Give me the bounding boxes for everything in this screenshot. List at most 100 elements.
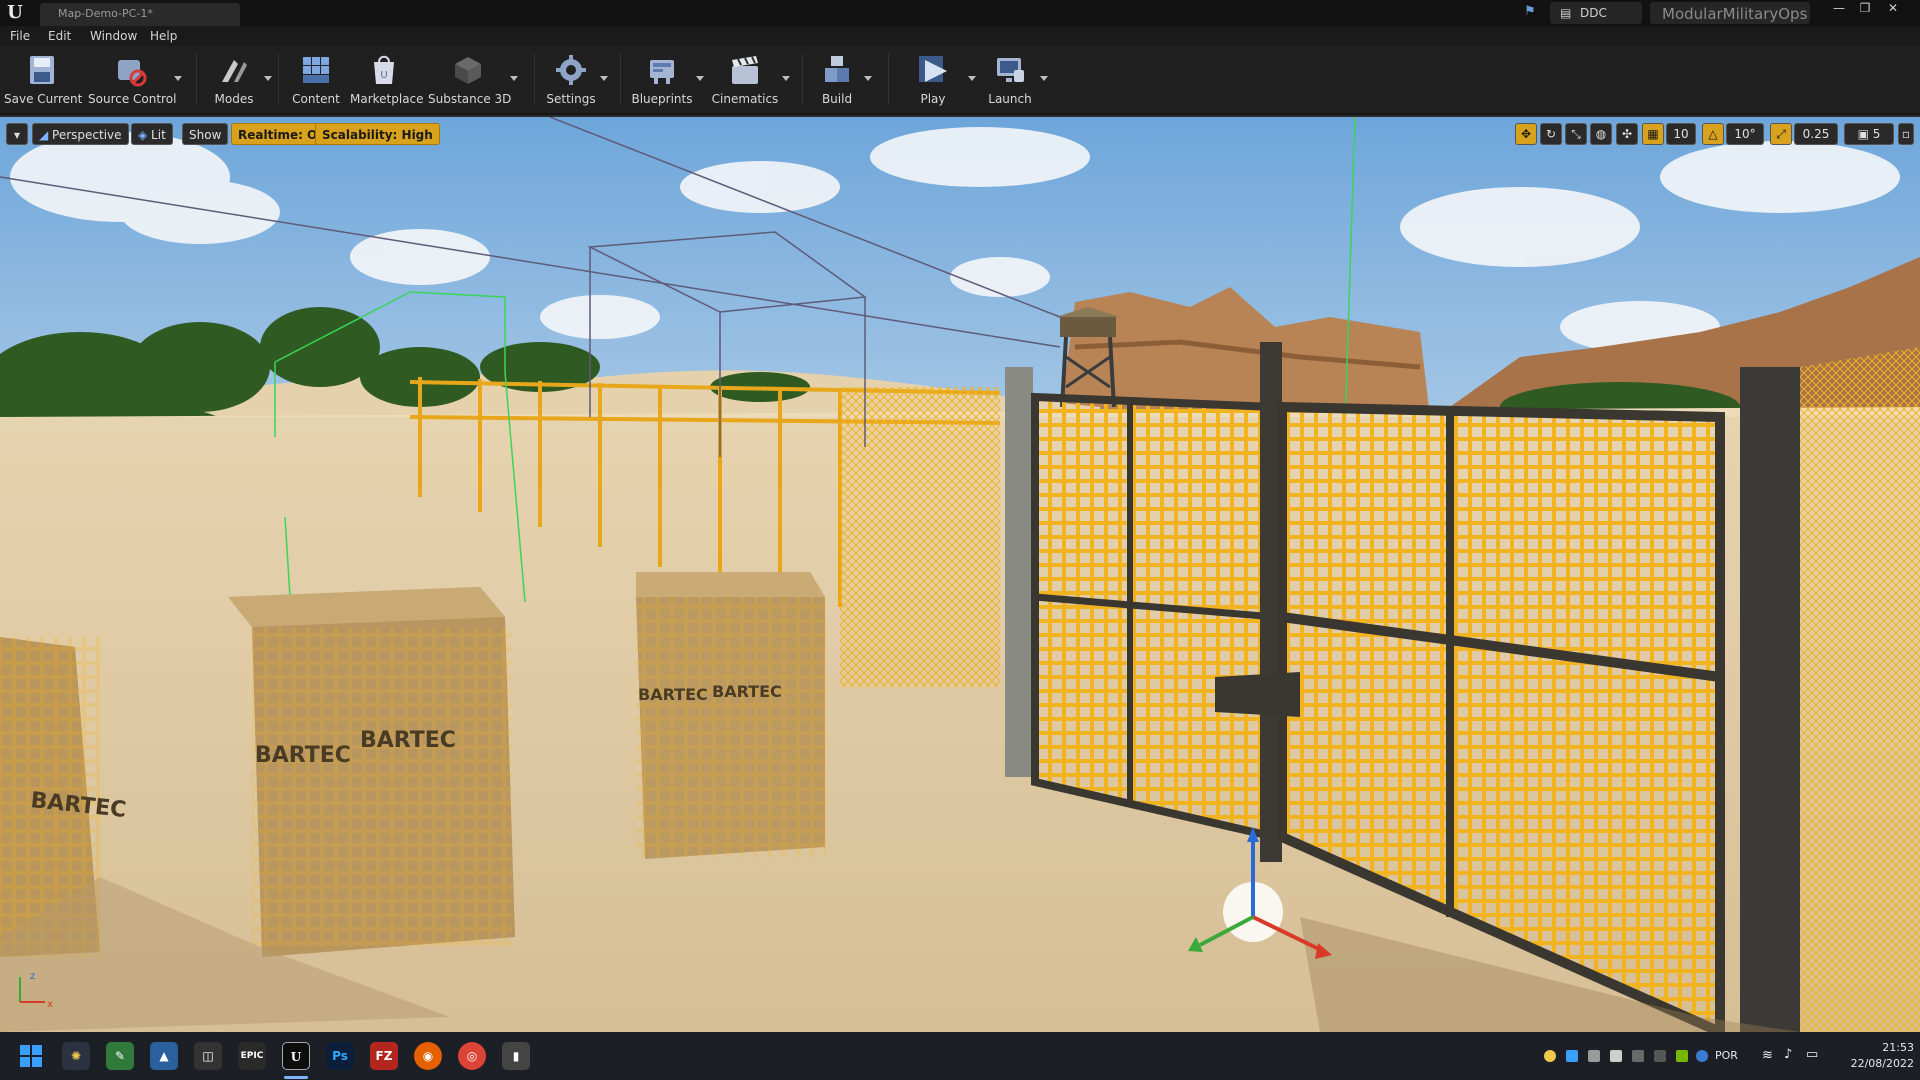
notification-flag-icon[interactable]: ⚑	[1520, 4, 1540, 22]
tray-epic-icon[interactable]	[1654, 1050, 1666, 1062]
launch-monitor-icon	[997, 58, 1024, 82]
world-space-icon[interactable]: ◍	[1590, 123, 1612, 145]
play-dropdown-icon[interactable]	[968, 76, 976, 81]
modes-button[interactable]: Modes	[206, 50, 272, 110]
source-control-label: Source Control	[88, 92, 177, 106]
launch-button[interactable]: Launch	[982, 50, 1048, 110]
lit-icon: ◈	[138, 128, 152, 142]
tray-app-icon[interactable]	[1610, 1050, 1622, 1062]
settings-label: Settings	[546, 92, 596, 106]
translate-tool-icon[interactable]: ✥	[1515, 123, 1537, 145]
launch-label: Launch	[988, 92, 1032, 106]
cinematics-dropdown-icon[interactable]	[782, 76, 790, 81]
cinematics-button[interactable]: Cinematics	[710, 50, 790, 110]
marketplace-label: Marketplace	[350, 92, 424, 106]
substance-3d-label: Substance 3D	[428, 92, 512, 106]
menu-bar: File Edit Window Help	[0, 26, 1920, 46]
project-name-label: ModularMilitaryOps	[1662, 5, 1808, 23]
windows-taskbar: ✺ ✎ ▲ ◫ EPIC U Ps FZ ◉ ◎ ▮ POR ≋ ♪ ▭ 21:…	[0, 1032, 1920, 1080]
unreal-logo-icon[interactable]: U	[4, 2, 26, 24]
tray-nvidia-icon[interactable]	[1676, 1050, 1688, 1062]
ddc-button[interactable]: ▤ DDC	[1550, 2, 1642, 24]
show-button[interactable]: Show	[182, 123, 229, 145]
battery-icon[interactable]: ▭	[1806, 1047, 1818, 1062]
rotate-tool-icon[interactable]: ↻	[1540, 123, 1562, 145]
source-control-button[interactable]: Source Control	[88, 50, 182, 110]
tray-bluetooth-icon[interactable]	[1696, 1050, 1708, 1062]
media-app-icon[interactable]: ▮	[502, 1042, 530, 1070]
scalability-button[interactable]: Scalability: High	[315, 123, 440, 145]
tray-monitor-icon[interactable]	[1632, 1050, 1644, 1062]
scale-tool-icon[interactable]: ⤡	[1565, 123, 1587, 145]
grid-snap-value[interactable]: 10	[1666, 123, 1696, 145]
chain-link-fence-mid	[840, 387, 1000, 687]
menu-file[interactable]: File	[10, 29, 30, 43]
photoshop-icon[interactable]: Ps	[326, 1042, 354, 1070]
chain-link-fence-right	[1800, 347, 1920, 1032]
viewport-scene[interactable]: BARTEC BARTEC BARTEC BARTEC BARTEC z x	[0, 117, 1920, 1032]
viewport-options-button[interactable]: ▾	[6, 123, 28, 145]
photos-app-icon[interactable]: ▲	[150, 1042, 178, 1070]
menu-edit[interactable]: Edit	[48, 29, 71, 43]
video-editor-icon[interactable]: ◫	[194, 1042, 222, 1070]
tips-bulb-icon[interactable]: ✺	[62, 1042, 90, 1070]
notes-app-icon[interactable]: ✎	[106, 1042, 134, 1070]
grid-snap-icon[interactable]: ▦	[1642, 123, 1664, 145]
document-tab[interactable]: Map-Demo-PC-1*	[40, 3, 240, 26]
build-button[interactable]: Build	[812, 50, 872, 110]
gear-icon	[556, 55, 586, 85]
rotation-snap-icon[interactable]: △	[1702, 123, 1724, 145]
perspective-button[interactable]: ◢ Perspective	[32, 123, 129, 145]
lit-button[interactable]: ◈ Lit	[131, 123, 173, 145]
system-clock[interactable]: 21:53 22/08/2022	[1848, 1040, 1914, 1072]
tray-cloud-icon[interactable]	[1566, 1050, 1578, 1062]
windows-start-icon[interactable]	[20, 1045, 42, 1067]
scale-snap-icon[interactable]: ⤢	[1770, 123, 1792, 145]
lit-label: Lit	[151, 128, 166, 142]
save-icon	[30, 56, 54, 84]
maximize-viewport-icon[interactable]: ▫	[1898, 123, 1914, 145]
blueprints-label: Blueprints	[631, 92, 693, 106]
wifi-icon[interactable]: ≋	[1762, 1048, 1773, 1063]
substance-dropdown-icon[interactable]	[510, 76, 518, 81]
volume-icon[interactable]: ♪	[1784, 1047, 1792, 1062]
launch-dropdown-icon[interactable]	[1040, 76, 1048, 81]
cinematics-label: Cinematics	[711, 92, 779, 106]
save-current-label: Save Current	[4, 92, 83, 106]
settings-button[interactable]: Settings	[544, 50, 608, 110]
blueprint-icon	[650, 60, 674, 84]
rotation-snap-value[interactable]: 10°	[1726, 123, 1764, 145]
play-button[interactable]: Play	[900, 50, 976, 110]
epic-games-icon[interactable]: EPIC	[238, 1042, 266, 1070]
unreal-engine-icon[interactable]: U	[282, 1042, 310, 1070]
toolbar-separator	[620, 54, 621, 104]
source-control-dropdown-icon[interactable]	[174, 76, 182, 81]
level-viewport[interactable]: BARTEC BARTEC BARTEC BARTEC BARTEC z x ▾…	[0, 115, 1920, 1034]
modes-label: Modes	[214, 92, 254, 106]
clapperboard-icon	[732, 56, 758, 84]
firefox-icon[interactable]: ◉	[414, 1042, 442, 1070]
blueprints-button[interactable]: Blueprints	[630, 50, 704, 110]
language-indicator[interactable]: POR	[1715, 1049, 1738, 1062]
save-current-button[interactable]: Save Current	[4, 50, 83, 110]
perspective-icon: ◢	[39, 128, 53, 142]
content-button[interactable]: Content	[290, 50, 342, 110]
menu-window[interactable]: Window	[90, 29, 137, 43]
restore-button[interactable]: ❐	[1852, 0, 1878, 18]
menu-help[interactable]: Help	[150, 29, 177, 43]
close-button[interactable]: ✕	[1880, 0, 1906, 18]
minimize-button[interactable]: —	[1826, 0, 1852, 18]
settings-dropdown-icon[interactable]	[600, 76, 608, 81]
modes-dropdown-icon[interactable]	[264, 76, 272, 81]
tray-drive-icon[interactable]	[1588, 1050, 1600, 1062]
marketplace-button[interactable]: U Marketplace	[350, 50, 424, 110]
blueprints-dropdown-icon[interactable]	[696, 76, 704, 81]
filezilla-icon[interactable]: FZ	[370, 1042, 398, 1070]
scale-snap-value[interactable]: 0.25	[1794, 123, 1838, 145]
substance-3d-button[interactable]: Substance 3D	[428, 50, 518, 110]
chrome-icon[interactable]: ◎	[458, 1042, 486, 1070]
camera-speed-button[interactable]: ▣ 5	[1844, 123, 1894, 145]
surface-snap-icon[interactable]: ✣	[1616, 123, 1638, 145]
build-dropdown-icon[interactable]	[864, 76, 872, 81]
tray-bulb-icon[interactable]	[1544, 1050, 1556, 1062]
